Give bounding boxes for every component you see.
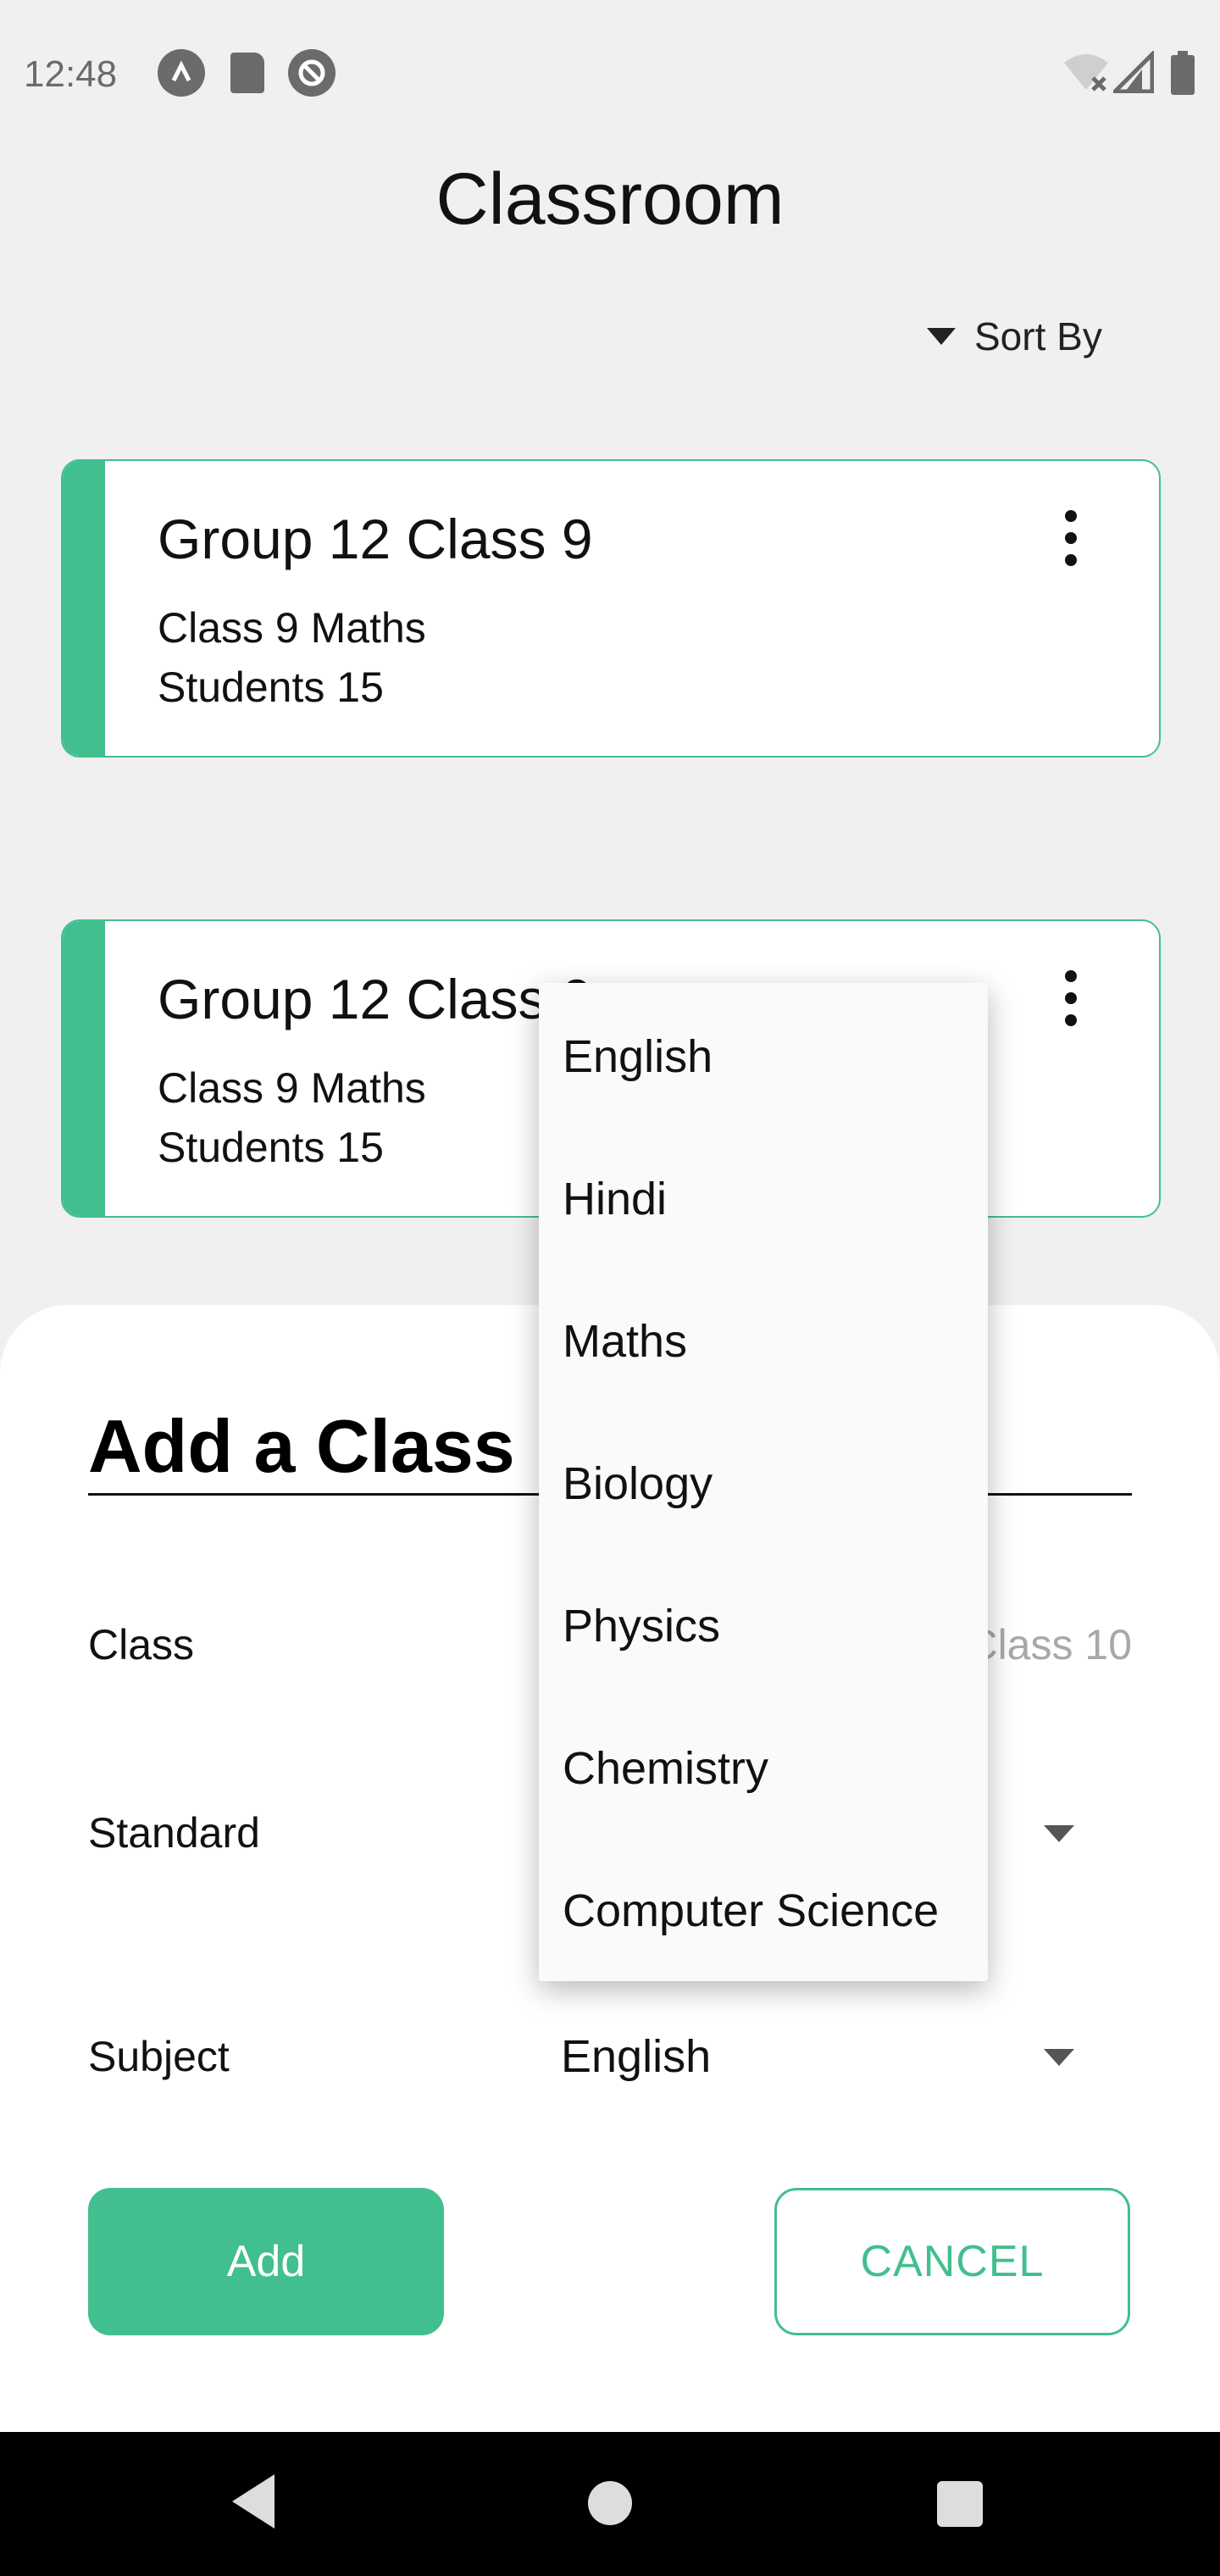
back-icon[interactable] (232, 2474, 274, 2529)
add-button[interactable]: Add (88, 2188, 444, 2335)
card-students: Students 15 (158, 1124, 384, 1171)
standard-dropdown-arrow-icon[interactable] (1044, 1825, 1074, 1842)
sort-by-label: Sort By (974, 314, 1102, 358)
card-title: Group 12 Class 9 (158, 508, 593, 570)
menu-item-english[interactable]: English (563, 1027, 713, 1086)
card-accent-stripe (63, 921, 105, 1216)
more-options-icon[interactable] (1045, 491, 1096, 585)
caret-down-icon (927, 328, 956, 345)
a-badge-icon (158, 49, 205, 97)
card-students: Students 15 (158, 663, 384, 711)
cancel-button[interactable]: CANCEL (774, 2188, 1130, 2335)
subject-label: Subject (88, 2033, 230, 2080)
recent-apps-icon[interactable] (937, 2481, 983, 2527)
class-card[interactable]: Group 12 Class 9 Class 9 Maths Students … (61, 459, 1161, 758)
subject-dropdown-arrow-icon[interactable] (1044, 2049, 1074, 2066)
page-title: Classroom (435, 158, 785, 240)
subject-select-value[interactable]: English (561, 2027, 711, 2086)
class-label: Class (88, 1621, 195, 1668)
subject-dropdown-menu: English Hindi Maths Biology Physics Chem… (539, 983, 988, 1981)
sort-by-button[interactable]: Sort By (927, 307, 1102, 366)
standard-label: Standard (88, 1809, 260, 1857)
home-icon[interactable] (588, 2481, 632, 2525)
data-saver-icon (288, 49, 336, 97)
status-time: 12:48 (24, 53, 118, 95)
menu-item-maths[interactable]: Maths (563, 1312, 687, 1371)
wifi-off-icon (1062, 51, 1110, 97)
sheet-title: Add a Class (88, 1404, 515, 1488)
more-options-icon[interactable] (1045, 952, 1096, 1045)
card-accent-stripe (63, 461, 105, 756)
card-subject: Class 9 Maths (158, 604, 426, 652)
battery-icon (1171, 51, 1195, 99)
menu-item-hindi[interactable]: Hindi (563, 1169, 667, 1229)
sd-card-icon (230, 53, 264, 93)
menu-item-chemistry[interactable]: Chemistry (563, 1739, 768, 1798)
menu-item-physics[interactable]: Physics (563, 1596, 720, 1656)
card-subject: Class 9 Maths (158, 1064, 426, 1112)
menu-item-biology[interactable]: Biology (563, 1454, 713, 1513)
card-title: Group 12 Class 9 (158, 968, 593, 1030)
class-input[interactable]: Class 10 (967, 1615, 1132, 1674)
cell-signal-icon (1109, 48, 1155, 97)
menu-item-computer-science[interactable]: Computer Science (563, 1881, 939, 1940)
